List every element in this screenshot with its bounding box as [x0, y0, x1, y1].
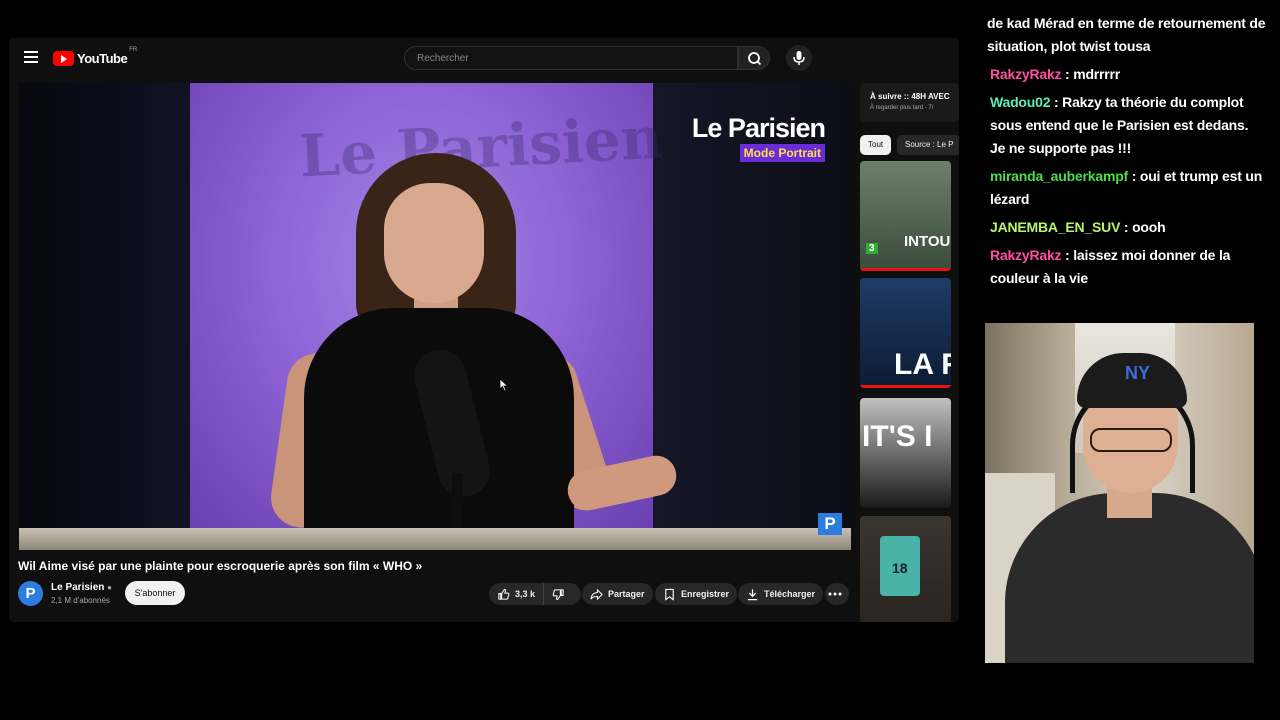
chat-username[interactable]: miranda_auberkampf — [990, 168, 1128, 184]
chip-all[interactable]: Tout — [860, 135, 892, 155]
thumbnail-caption: INTOU — [904, 233, 951, 250]
chat-message: RakzyRakz : mdrrrrr — [987, 63, 1267, 86]
voice-search-button[interactable] — [786, 45, 812, 71]
chat-text: de kad Mérad en terme de retournement de… — [987, 15, 1266, 54]
share-icon — [590, 588, 603, 600]
like-dislike-group: 3,3 k — [489, 583, 581, 605]
channel-name[interactable]: Le Parisien ● — [51, 582, 112, 593]
thumbs-up-icon — [498, 588, 510, 600]
chat-message: RakzyRakz : laissez moi donner de la cou… — [987, 244, 1267, 290]
video-brand-overlay: Le Parisien Mode Portrait — [691, 113, 826, 162]
thumbnail-caption: 18 — [892, 560, 908, 576]
up-next-subtitle: À regarder plus tard - 7/ — [870, 105, 934, 111]
channel-avatar[interactable]: P — [18, 581, 43, 606]
thumbs-down-icon — [552, 588, 564, 600]
like-count: 3,3 k — [515, 589, 536, 599]
video-player[interactable]: Le Parisien Le Parisien Mode Portrait P — [19, 83, 851, 550]
youtube-logo[interactable]: YouTube FR — [53, 47, 138, 66]
share-button[interactable]: Partager — [582, 583, 653, 605]
chat-text: : oooh — [1120, 219, 1166, 235]
chat-text: : mdrrrrr — [1061, 66, 1121, 82]
recommended-thumbnail[interactable]: 18 — [860, 516, 951, 622]
presenter-face — [384, 183, 484, 303]
more-horizontal-icon — [828, 592, 841, 596]
subscribe-button[interactable]: S'abonner — [125, 581, 185, 605]
like-button[interactable]: 3,3 k — [489, 583, 545, 605]
recommended-thumbnail[interactable]: IT'S I — [860, 398, 951, 508]
search-input[interactable] — [415, 52, 719, 65]
stream-chat: de kad Mérad en terme de retournement de… — [987, 12, 1267, 295]
chat-message: Wadou02 : Rakzy ta théorie du complot so… — [987, 91, 1267, 160]
chat-username[interactable]: RakzyRakz — [990, 247, 1062, 263]
search-box — [404, 46, 738, 70]
bookmark-icon — [665, 588, 674, 601]
top-bar: YouTube FR — [9, 38, 959, 78]
cap-logo: NY — [1125, 363, 1151, 383]
studio-background-left — [19, 83, 190, 550]
save-button[interactable]: Enregistrer — [655, 583, 738, 605]
download-label: Télécharger — [764, 589, 816, 599]
download-icon — [747, 588, 758, 600]
channel-name-text: Le Parisien — [51, 582, 105, 593]
desk — [19, 528, 851, 550]
thumbnail-caption: LA R — [894, 348, 951, 381]
watch-progress-bar — [860, 385, 951, 388]
recommended-thumbnail[interactable]: INTOU 3 — [860, 161, 951, 271]
youtube-window: YouTube FR Le Parisien — [9, 38, 959, 622]
chat-username[interactable]: RakzyRakz — [990, 66, 1062, 82]
recommended-thumbnail[interactable]: LA R — [860, 278, 951, 388]
save-label: Enregistrer — [681, 589, 730, 599]
channel-watermark: P — [818, 513, 842, 535]
youtube-wordmark: YouTube — [77, 50, 128, 66]
chat-username[interactable]: JANEMBA_EN_SUV — [990, 219, 1120, 235]
verified-icon: ● — [107, 583, 112, 592]
download-button[interactable]: Télécharger — [738, 583, 824, 605]
menu-icon[interactable] — [24, 51, 38, 63]
brand-tag: Mode Portrait — [739, 144, 825, 162]
chat-message: miranda_auberkampf : oui et trump est un… — [987, 165, 1267, 211]
glasses — [1090, 428, 1172, 452]
subscriber-count: 2,1 M d'abonnés — [51, 596, 110, 605]
watch-progress-bar — [860, 268, 951, 271]
up-next-banner[interactable]: À suivre :: 48H AVEC À regarder plus tar… — [860, 83, 959, 122]
share-label: Partager — [608, 589, 645, 599]
chat-username[interactable]: Wadou02 — [990, 94, 1051, 110]
search-button[interactable] — [738, 46, 770, 70]
video-title: Wil Aime visé par une plainte pour escro… — [18, 559, 423, 573]
brand-name: Le Parisien — [691, 113, 826, 143]
chip-source[interactable]: Source : Le P — [897, 135, 959, 155]
microphone-icon — [793, 51, 805, 65]
up-next-title: À suivre :: 48H AVEC — [870, 92, 950, 101]
chat-message: JANEMBA_EN_SUV : oooh — [987, 216, 1267, 239]
thumbnail-badge: 3 — [866, 243, 878, 254]
dislike-button[interactable] — [544, 583, 578, 605]
youtube-play-icon — [53, 50, 74, 66]
search-icon — [748, 52, 762, 66]
mouse-cursor-icon — [499, 378, 509, 392]
streamer-webcam: NY — [985, 323, 1254, 663]
thumbnail-caption: IT'S I — [862, 420, 933, 453]
country-code: FR — [129, 47, 138, 53]
chat-message: de kad Mérad en terme de retournement de… — [987, 12, 1267, 58]
more-actions-button[interactable] — [825, 583, 849, 605]
